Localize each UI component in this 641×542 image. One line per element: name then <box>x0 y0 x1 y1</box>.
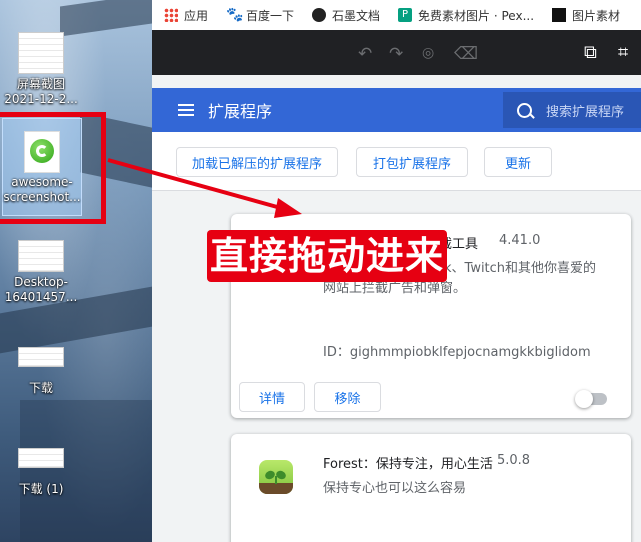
annotation-label: 直接拖动进来 <box>207 230 447 282</box>
